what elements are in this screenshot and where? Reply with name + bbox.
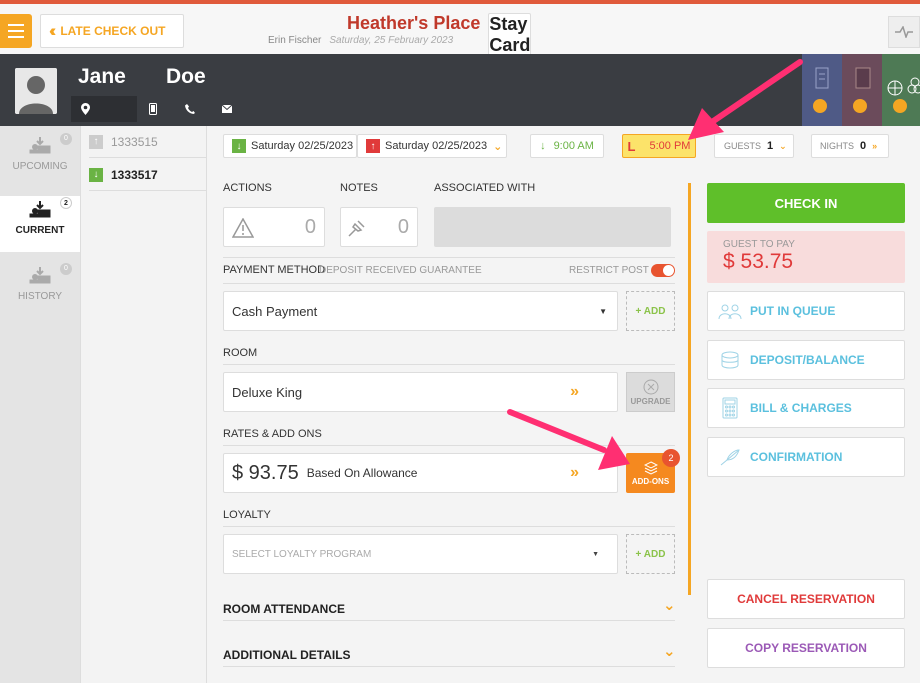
annotation-arrow — [507, 409, 607, 453]
annotation-arrowhead — [688, 108, 724, 140]
annotation-arrows — [507, 59, 803, 470]
annotation-arrow — [709, 59, 803, 125]
annotation-arrowhead — [598, 436, 630, 470]
